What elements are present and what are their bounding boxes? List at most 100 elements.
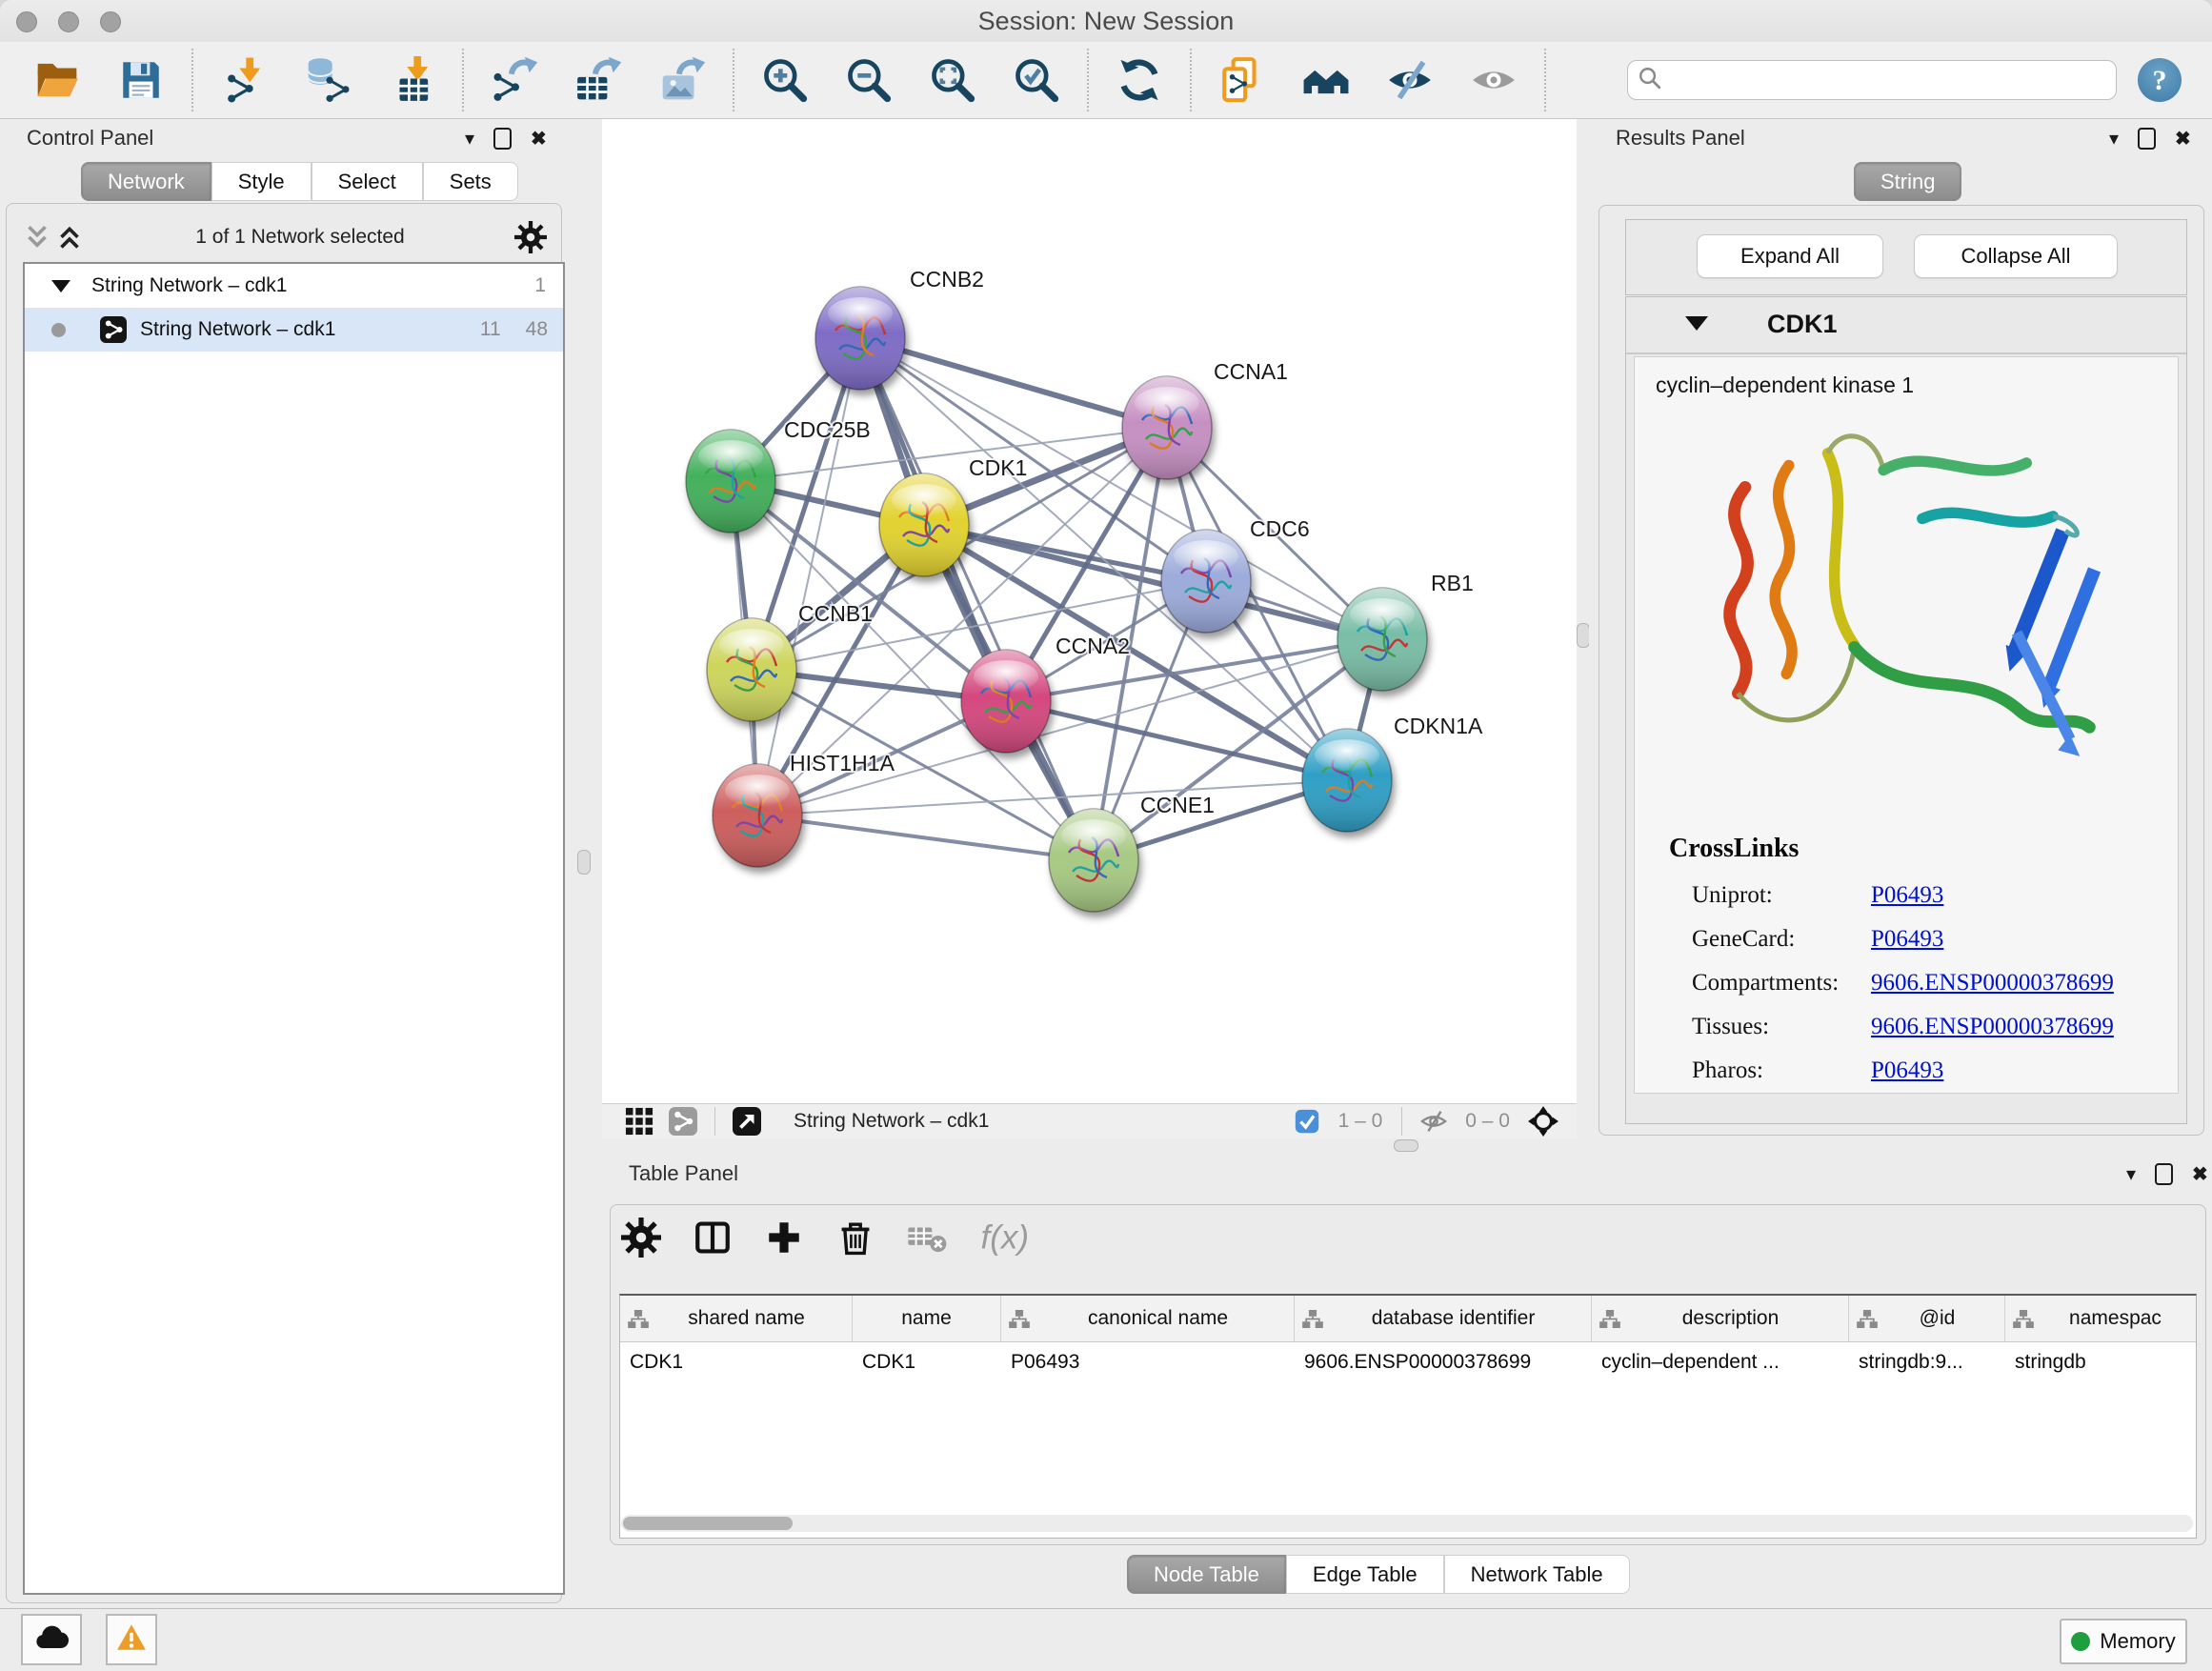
- network-edge[interactable]: [757, 815, 1094, 860]
- export-table-button[interactable]: [574, 56, 622, 104]
- node-cdc6[interactable]: [1161, 530, 1251, 633]
- float-panel-icon[interactable]: [493, 128, 512, 150]
- cloud-button[interactable]: [21, 1614, 82, 1665]
- tab-edge-table[interactable]: Edge Table: [1286, 1555, 1444, 1594]
- export-image-button[interactable]: [658, 56, 706, 104]
- table-cell[interactable]: CDK1: [620, 1341, 853, 1383]
- node-ccna2[interactable]: [961, 650, 1051, 753]
- float-panel-icon[interactable]: [2155, 1163, 2173, 1185]
- import-table-file-button[interactable]: [388, 56, 435, 104]
- crosslink-link[interactable]: P06493: [1871, 1057, 1943, 1084]
- show-all-button[interactable]: [1470, 56, 1518, 104]
- node-hist1h1a[interactable]: [713, 764, 802, 867]
- tab-network[interactable]: Network: [81, 162, 211, 201]
- column-header-@id[interactable]: @id: [1849, 1296, 2005, 1341]
- create-column-plus-icon[interactable]: [764, 1218, 804, 1258]
- network-view-icon[interactable]: [669, 1107, 697, 1136]
- table-cell[interactable]: cyclin–dependent ...: [1592, 1341, 1849, 1383]
- close-panel-icon[interactable]: ✖: [531, 129, 547, 150]
- import-network-file-button[interactable]: [220, 56, 268, 104]
- export-network-button[interactable]: [491, 56, 538, 104]
- grid-view-icon[interactable]: [625, 1107, 654, 1136]
- tab-sets[interactable]: Sets: [423, 162, 518, 201]
- panel-menu-icon[interactable]: ▾: [2126, 1164, 2136, 1185]
- close-panel-icon[interactable]: ✖: [2192, 1164, 2208, 1185]
- node-ccnb2[interactable]: [815, 287, 905, 390]
- node-ccne1[interactable]: [1049, 809, 1138, 912]
- panel-menu-icon[interactable]: ▾: [465, 129, 474, 150]
- hide-selected-button[interactable]: [1386, 56, 1434, 104]
- node-ccna1[interactable]: [1122, 376, 1212, 479]
- first-neighbors-button[interactable]: [1302, 56, 1350, 104]
- right-splitter-handle[interactable]: [1577, 623, 1590, 648]
- table-cell[interactable]: stringdb:9...: [1849, 1341, 2005, 1383]
- close-panel-icon[interactable]: ✖: [2175, 129, 2191, 150]
- node-ccnb1[interactable]: [707, 618, 796, 721]
- crosslink-link[interactable]: 9606.ENSP00000378699: [1871, 1014, 2114, 1040]
- network-canvas[interactable]: CCNB2CCNA1CDC25BCDK1CDC6RB1CCNB1CCNA2CDK…: [602, 119, 1577, 1103]
- open-session-button[interactable]: [33, 56, 81, 104]
- network-edge[interactable]: [860, 338, 1094, 860]
- column-header-database-identifier[interactable]: database identifier: [1295, 1296, 1592, 1341]
- left-splitter-handle[interactable]: [577, 850, 591, 875]
- network-row-selected[interactable]: String Network – cdk1 11 48: [25, 308, 563, 352]
- show-columns-icon[interactable]: [693, 1218, 733, 1258]
- protein-section-header[interactable]: CDK1: [1626, 297, 2186, 354]
- import-network-database-button[interactable]: [304, 56, 352, 104]
- float-panel-icon[interactable]: [2138, 128, 2156, 150]
- table-cell[interactable]: CDK1: [853, 1341, 1001, 1383]
- hidden-eye-icon[interactable]: [1419, 1107, 1448, 1136]
- zoom-out-button[interactable]: [845, 56, 893, 104]
- table-cell[interactable]: P06493: [1001, 1341, 1295, 1383]
- table-cell[interactable]: 9606.ENSP00000378699: [1295, 1341, 1592, 1383]
- table-horizontal-scrollbar[interactable]: [621, 1515, 2193, 1532]
- column-header-name[interactable]: name: [853, 1296, 1001, 1341]
- network-edge[interactable]: [757, 338, 860, 815]
- table-cell[interactable]: stringdb: [2005, 1341, 2197, 1383]
- tab-string[interactable]: String: [1854, 162, 1961, 201]
- zoom-fit-button[interactable]: [929, 56, 976, 104]
- network-options-gear-icon[interactable]: [514, 221, 547, 253]
- zoom-in-button[interactable]: [761, 56, 809, 104]
- clone-network-button[interactable]: [1218, 56, 1266, 104]
- collapse-section-icon[interactable]: [1685, 316, 1708, 331]
- tab-style[interactable]: Style: [211, 162, 312, 201]
- tab-select[interactable]: Select: [312, 162, 423, 201]
- table-row[interactable]: CDK1CDK1P064939606.ENSP00000378699cyclin…: [620, 1341, 2197, 1383]
- node-rb1[interactable]: [1337, 588, 1427, 691]
- help-button[interactable]: ?: [2138, 58, 2182, 102]
- network-edge[interactable]: [1006, 701, 1347, 780]
- panel-menu-icon[interactable]: ▾: [2109, 129, 2119, 150]
- column-header-canonical-name[interactable]: canonical name: [1001, 1296, 1295, 1341]
- collapse-all-networks-icon[interactable]: [21, 223, 53, 252]
- column-header-description[interactable]: description: [1592, 1296, 1849, 1341]
- save-session-button[interactable]: [117, 56, 165, 104]
- network-collection-row[interactable]: String Network – cdk1 1: [25, 264, 563, 308]
- crosslink-link[interactable]: P06493: [1871, 882, 1943, 909]
- column-header-namespac[interactable]: namespac: [2005, 1296, 2197, 1341]
- node-cdc25b[interactable]: [686, 430, 775, 533]
- column-header-shared-name[interactable]: shared name: [620, 1296, 853, 1341]
- search-box[interactable]: [1627, 60, 2117, 100]
- scrollbar-thumb[interactable]: [623, 1517, 793, 1530]
- network-edge[interactable]: [860, 338, 1167, 428]
- table-settings-gear-icon[interactable]: [621, 1218, 661, 1258]
- node-cdkn1a[interactable]: [1302, 729, 1392, 832]
- zoom-selected-button[interactable]: [1013, 56, 1060, 104]
- collection-expander-icon[interactable]: [51, 280, 70, 292]
- tab-node-table[interactable]: Node Table: [1127, 1555, 1286, 1594]
- warnings-button[interactable]: [106, 1614, 157, 1665]
- memory-button[interactable]: Memory: [2060, 1619, 2187, 1664]
- search-input[interactable]: [1662, 67, 2106, 93]
- collapse-all-button[interactable]: Collapse All: [1914, 234, 2118, 278]
- horizontal-splitter-handle[interactable]: [1394, 1139, 1418, 1152]
- crosslink-link[interactable]: P06493: [1871, 926, 1943, 953]
- expand-all-networks-icon[interactable]: [53, 223, 86, 252]
- delete-column-trash-icon[interactable]: [835, 1218, 875, 1258]
- tab-network-table[interactable]: Network Table: [1444, 1555, 1630, 1594]
- crosslink-link[interactable]: 9606.ENSP00000378699: [1871, 970, 2114, 997]
- expand-all-button[interactable]: Expand All: [1697, 234, 1883, 278]
- refresh-network-button[interactable]: [1116, 56, 1163, 104]
- fit-selected-crosshair-icon[interactable]: [1527, 1105, 1559, 1137]
- node-cdk1[interactable]: [879, 473, 969, 576]
